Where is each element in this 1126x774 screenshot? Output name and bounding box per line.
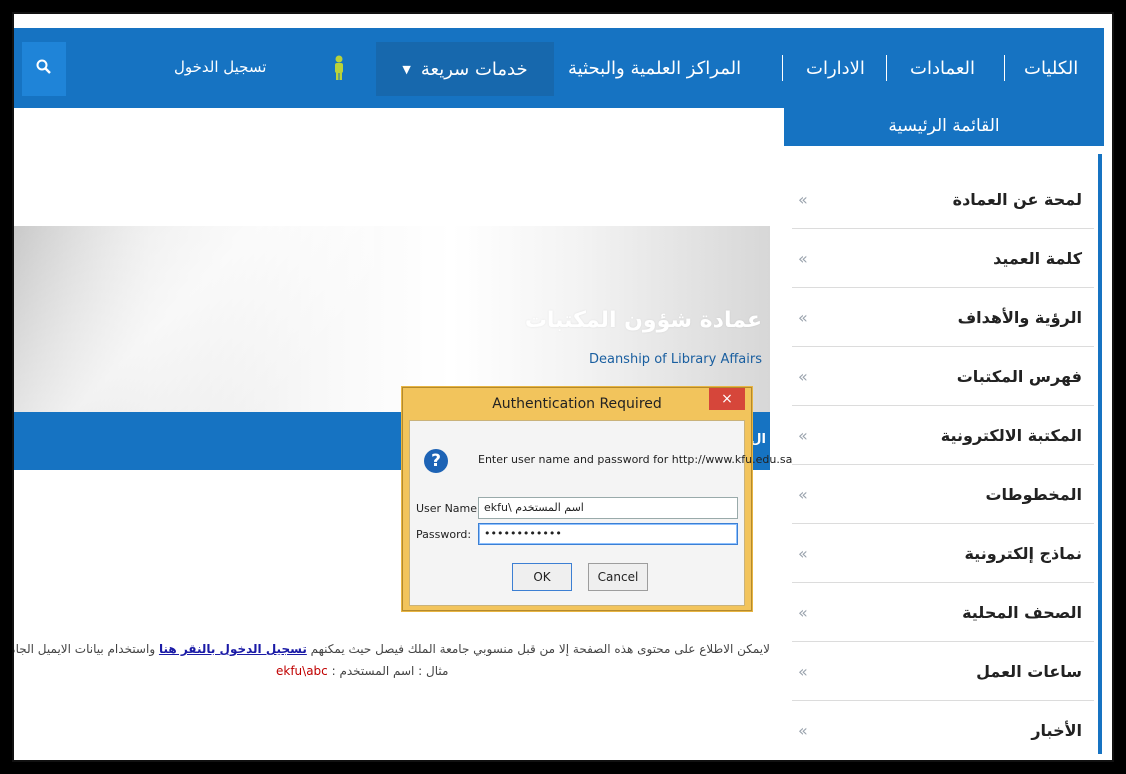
sidebar-item-label: الرؤية والأهداف: [957, 308, 1082, 327]
chevron-left-icon: «: [798, 544, 808, 563]
nav-separator: [1004, 55, 1005, 81]
sidebar-item-label: المخطوطات: [985, 485, 1082, 504]
chevron-left-icon: «: [798, 367, 808, 386]
top-nav: تسجيل الدخول خدمات سريعة ▼ المراكز العلم…: [14, 28, 1104, 108]
cancel-button[interactable]: Cancel: [588, 563, 648, 591]
nav-separator: [782, 55, 783, 81]
nav-research-centers[interactable]: المراكز العلمية والبحثية: [568, 58, 741, 79]
nav-colleges[interactable]: الكليات: [1024, 58, 1078, 79]
quick-services-label: خدمات سريعة: [420, 58, 528, 80]
example-username: ekfu\abc: [276, 664, 328, 678]
dialog-titlebar[interactable]: Authentication Required ×: [403, 388, 751, 420]
chevron-left-icon: «: [798, 426, 808, 445]
sidebar-item-about[interactable]: لمحة عن العمادة «: [792, 170, 1094, 229]
sidebar-item-label: كلمة العميد: [993, 249, 1082, 268]
sidebar-item-manuscripts[interactable]: المخطوطات «: [792, 465, 1094, 524]
password-field[interactable]: ••••••••••••: [478, 523, 738, 545]
chevron-left-icon: «: [798, 603, 808, 622]
login-link[interactable]: تسجيل الدخول: [174, 58, 266, 76]
nav-deanships[interactable]: العمادات: [910, 58, 975, 79]
sidebar-item-news[interactable]: الأخبار «: [792, 701, 1094, 754]
nav-separator: [886, 55, 887, 81]
sidebar-item-label: نماذج إلكترونية: [964, 544, 1082, 563]
question-icon: ?: [424, 449, 448, 473]
sidebar-item-label: الأخبار: [1031, 721, 1082, 740]
dialog-message: Enter user name and password for http://…: [478, 453, 793, 466]
caret-down-icon: ▼: [402, 62, 411, 76]
notice-text-post: واستخدام بيانات الايميل الجامعي: [14, 642, 156, 656]
browser-page: تسجيل الدخول خدمات سريعة ▼ المراكز العلم…: [14, 14, 1104, 754]
password-label: Password:: [416, 528, 472, 541]
close-icon: ×: [721, 391, 733, 407]
ok-button[interactable]: OK: [512, 563, 572, 591]
dialog-body: ? Enter user name and password for http:…: [409, 420, 792, 606]
nav-administrations[interactable]: الادارات: [806, 58, 865, 79]
sidebar-item-catalog[interactable]: فهرس المكتبات «: [792, 347, 1094, 406]
person-icon: [332, 54, 346, 82]
chevron-left-icon: «: [798, 485, 808, 504]
chevron-left-icon: «: [798, 308, 808, 327]
sidebar-accent-line: [1098, 154, 1102, 754]
banner-title-arabic: عمادة شؤون المكتبات: [524, 308, 762, 333]
username-field[interactable]: ekfu\ اسم المستخدم: [478, 497, 738, 519]
chevron-left-icon: «: [798, 249, 808, 268]
main-menu-heading: القائمة الرئيسية: [784, 106, 1104, 146]
quick-services-menu[interactable]: خدمات سريعة ▼: [376, 42, 554, 96]
sidebar-item-e-forms[interactable]: نماذج إلكترونية «: [792, 524, 1094, 583]
example-label: مثال : اسم المستخدم :: [327, 664, 449, 678]
chevron-left-icon: «: [798, 721, 808, 740]
sidebar-item-vision[interactable]: الرؤية والأهداف «: [792, 288, 1094, 347]
close-button[interactable]: ×: [709, 388, 745, 410]
sidebar-item-label: فهرس المكتبات: [956, 367, 1082, 386]
notice-text-pre: لايمكن الاطلاع على محتوى هذه الصفحة إلا …: [306, 642, 770, 656]
chevron-left-icon: «: [798, 190, 808, 209]
sidebar-item-label: المكتبة الالكترونية: [940, 426, 1082, 445]
banner-title-english: Deanship of Library Affairs: [588, 352, 762, 367]
username-label: User Name:: [416, 502, 481, 515]
sidebar-item-dean-word[interactable]: كلمة العميد «: [792, 229, 1094, 288]
search-icon: [36, 59, 52, 80]
login-here-link[interactable]: تسجيل الدخول بالنقر هنا: [159, 642, 307, 656]
example-notice: مثال : اسم المستخدم : ekfu\abc: [276, 664, 448, 678]
chevron-left-icon: «: [798, 662, 808, 681]
sidebar-item-label: لمحة عن العمادة: [952, 190, 1082, 209]
sidebar-item-working-hours[interactable]: ساعات العمل «: [792, 642, 1094, 701]
dialog-title: Authentication Required: [492, 396, 662, 412]
search-button[interactable]: [22, 42, 66, 96]
deanship-banner: عمادة شؤون المكتبات Deanship of Library …: [14, 226, 770, 412]
sidebar-item-label: الصحف المحلية: [962, 603, 1082, 622]
sidebar-item-local-newspapers[interactable]: الصحف المحلية «: [792, 583, 1094, 642]
sidebar-item-e-library[interactable]: المكتبة الالكترونية «: [792, 406, 1094, 465]
access-notice: لايمكن الاطلاع على محتوى هذه الصفحة إلا …: [14, 642, 770, 656]
bar-text: ال: [750, 432, 766, 447]
auth-dialog: Authentication Required × ? Enter user n…: [402, 387, 792, 611]
sidebar-item-label: ساعات العمل: [976, 662, 1082, 681]
